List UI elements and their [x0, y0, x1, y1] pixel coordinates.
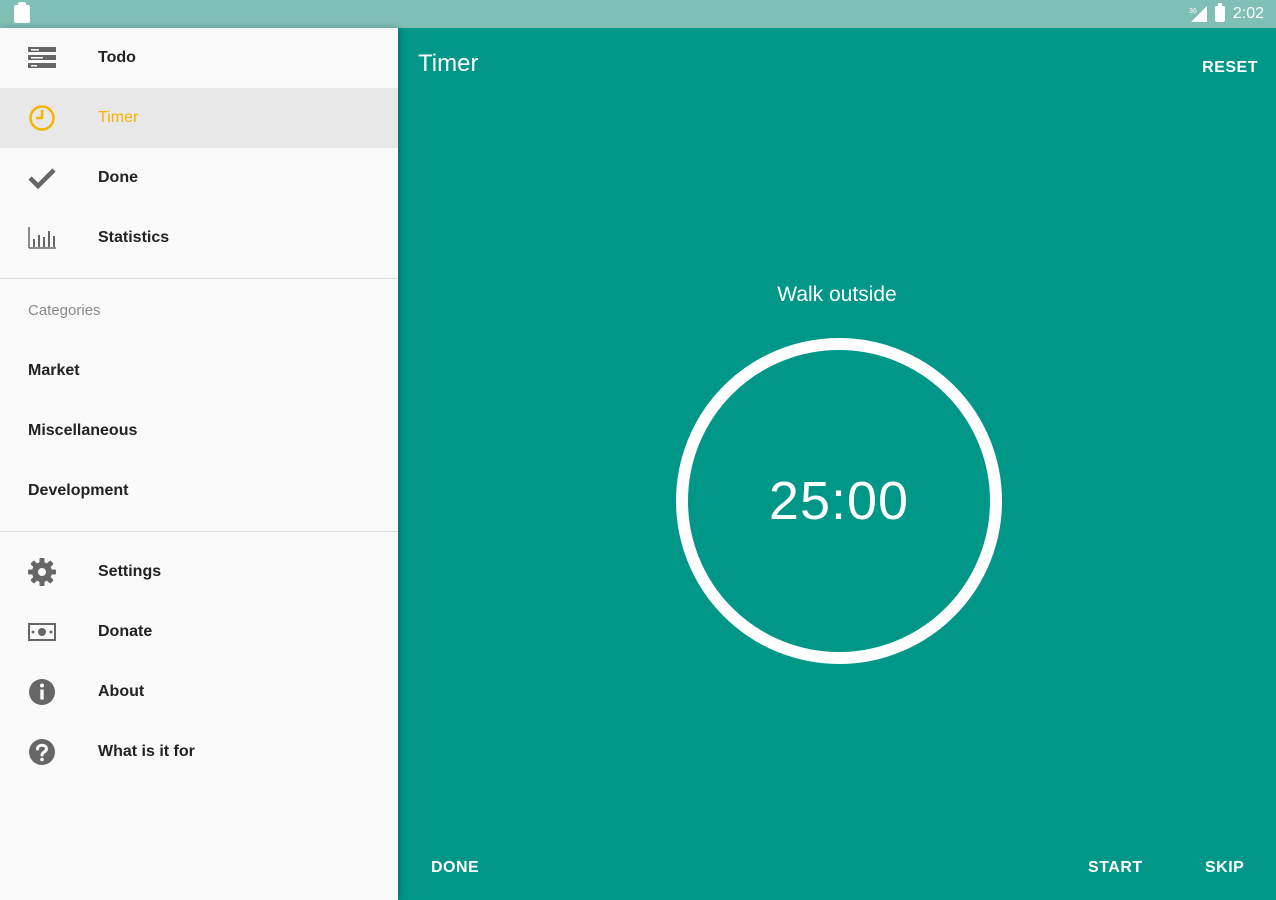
skip-button[interactable]: SKIP: [1205, 859, 1244, 877]
nav-item-settings[interactable]: Settings: [0, 542, 398, 602]
start-button[interactable]: START: [1088, 859, 1143, 877]
nav-label-donate: Donate: [98, 623, 153, 640]
navigation-drawer: Todo Timer Done Statistics Categories Ma…: [0, 28, 398, 900]
categories-header: Categories: [28, 301, 101, 319]
timer-screen: Timer RESET Walk outside 25:00 DONE STAR…: [398, 28, 1276, 900]
nav-label-done: Done: [98, 169, 138, 186]
bottom-action-bar: DONE START SKIP: [398, 836, 1276, 900]
toolbar: Timer RESET: [398, 28, 1276, 104]
gear-icon: [28, 558, 56, 586]
nav-item-donate[interactable]: Donate: [0, 602, 398, 662]
nav-label-statistics: Statistics: [98, 229, 170, 246]
bar-chart-icon: [28, 224, 56, 252]
category-item-market[interactable]: Market: [0, 341, 398, 401]
nav-item-done[interactable]: Done: [0, 148, 398, 208]
help-icon: [28, 738, 56, 766]
status-bar: 36 2:02: [0, 0, 1276, 28]
list-icon: [28, 44, 56, 72]
money-icon: [28, 618, 56, 646]
battery-icon: [1214, 3, 1225, 22]
task-name: Walk outside: [777, 283, 897, 306]
clock-icon: [28, 104, 56, 132]
category-item-miscellaneous[interactable]: Miscellaneous: [0, 401, 398, 461]
status-time: 2:02: [1232, 5, 1264, 22]
timer-ring[interactable]: 25:00: [676, 338, 1002, 664]
nav-item-todo[interactable]: Todo: [0, 28, 398, 88]
timer-display: 25:00: [768, 471, 910, 531]
category-item-development[interactable]: Development: [0, 461, 398, 521]
reset-button[interactable]: RESET: [1202, 59, 1258, 77]
done-button[interactable]: DONE: [431, 859, 479, 877]
nav-item-about[interactable]: About: [0, 662, 398, 722]
svg-text:36: 36: [1189, 8, 1197, 15]
nav-label-todo: Todo: [98, 49, 136, 66]
nav-label-timer: Timer: [98, 109, 139, 126]
nav-item-statistics[interactable]: Statistics: [0, 208, 398, 268]
check-icon: [28, 164, 56, 192]
info-icon: [28, 678, 56, 706]
page-title: Timer: [418, 50, 479, 77]
nav-label-settings: Settings: [98, 563, 162, 580]
clipboard-icon: [14, 2, 30, 23]
nav-item-what-is-it-for[interactable]: What is it for: [0, 722, 398, 782]
signal-icon: 36: [1189, 6, 1207, 22]
nav-label-about: About: [98, 683, 145, 700]
nav-label-what-is-it-for: What is it for: [98, 743, 195, 760]
nav-item-timer[interactable]: Timer: [0, 88, 398, 148]
